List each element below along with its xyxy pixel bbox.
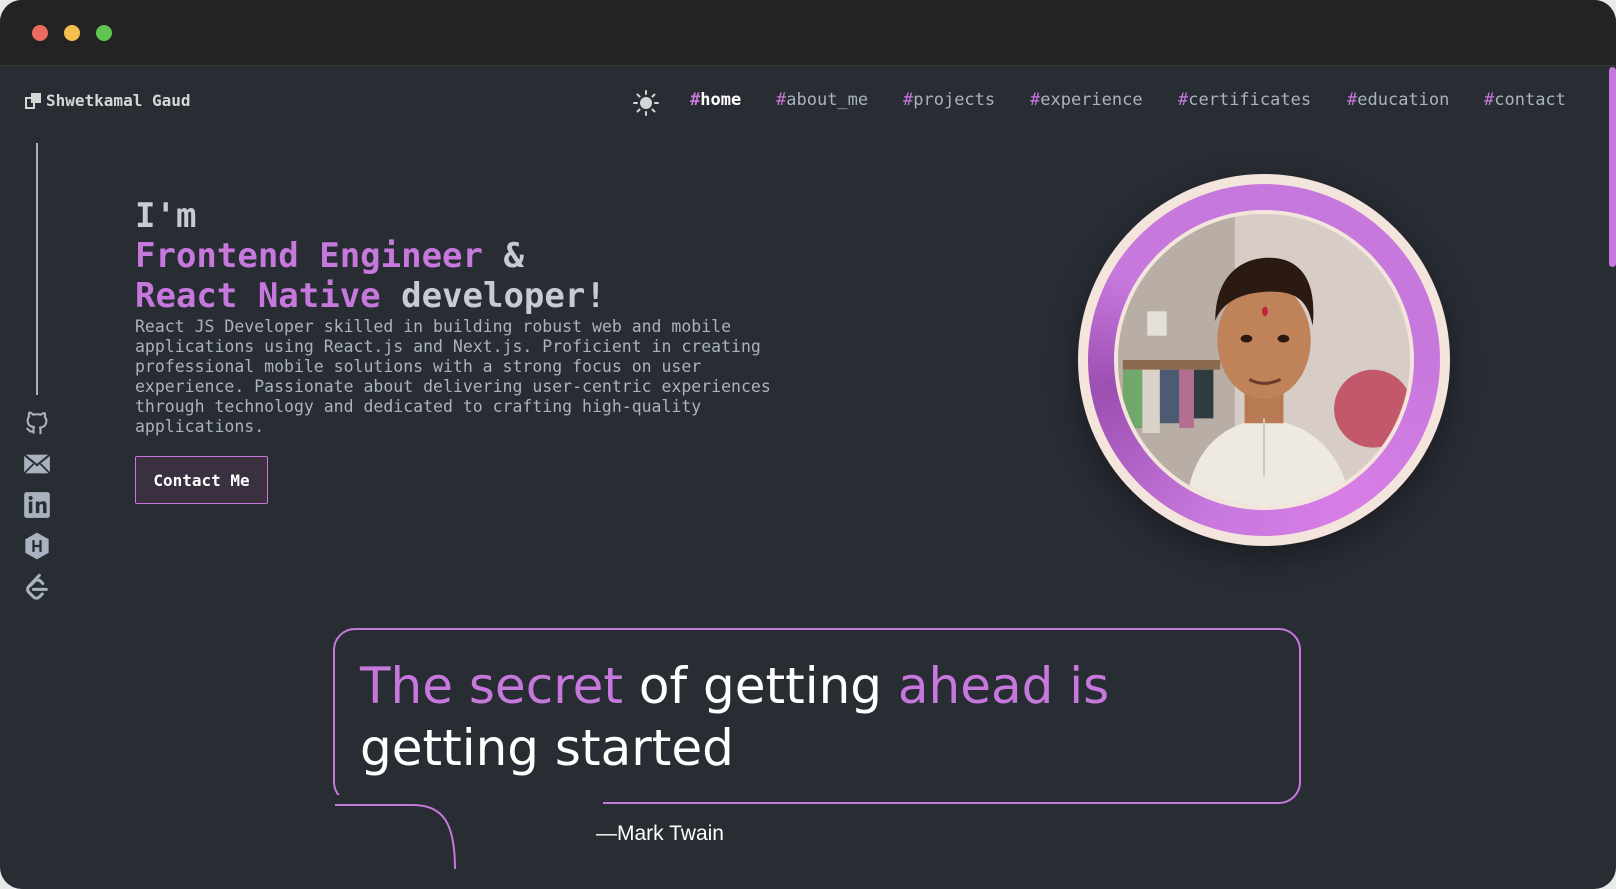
leetcode-icon — [26, 573, 48, 600]
hero-line-3-rest: developer! — [380, 276, 606, 316]
quote-part-2: of getting — [623, 657, 898, 715]
hero-heading: I'm Frontend Engineer & React Native dev… — [135, 196, 606, 316]
minimize-window-button[interactable] — [64, 25, 80, 41]
sun-icon[interactable] — [633, 90, 659, 116]
github-link[interactable] — [23, 409, 51, 437]
nav-hash: # — [1030, 90, 1041, 110]
nav-projects[interactable]: #projects — [903, 90, 995, 110]
nav-experience[interactable]: #experience — [1030, 90, 1143, 110]
hero-line-2: Frontend Engineer & — [135, 236, 606, 276]
browser-window: Shwetkamal Gaud #home #about_me #project… — [0, 0, 1616, 889]
portrait-illustration — [1118, 214, 1410, 506]
nav-label: projects — [913, 90, 996, 110]
contact-me-button[interactable]: Contact Me — [135, 456, 268, 504]
hero-line-1: I'm — [135, 196, 197, 236]
quote-tail — [335, 804, 456, 869]
nav-hash: # — [1484, 90, 1495, 110]
nav-hash: # — [903, 90, 914, 110]
scrollbar-thumb[interactable] — [1609, 67, 1616, 267]
hero-line-2-rest: & — [483, 236, 524, 276]
hero-role-2: React Native — [135, 276, 381, 316]
linkedin-icon — [24, 492, 50, 518]
social-rail-line — [36, 143, 38, 395]
github-icon — [26, 411, 48, 435]
brand-name: Shwetkamal Gaud — [46, 91, 191, 110]
hero-line-3: React Native developer! — [135, 276, 606, 316]
mail-icon — [23, 453, 51, 474]
nav-hash: # — [776, 90, 787, 110]
title-bar — [0, 0, 1616, 66]
nav-certificates[interactable]: #certificates — [1178, 90, 1311, 110]
nav-hash: # — [1347, 90, 1358, 110]
nav-label: contact — [1494, 90, 1566, 110]
quote-part-4: getting started — [360, 719, 734, 777]
nav-home[interactable]: #home — [690, 90, 741, 110]
hero-description: React JS Developer skilled in building r… — [135, 317, 771, 436]
close-window-button[interactable] — [32, 25, 48, 41]
logo-icon — [25, 92, 41, 109]
nav-hash: # — [1178, 90, 1189, 110]
nav-education[interactable]: #education — [1347, 90, 1449, 110]
maximize-window-button[interactable] — [96, 25, 112, 41]
hashnode-link[interactable] — [23, 532, 51, 560]
nav-label: home — [700, 90, 742, 110]
nav-contact[interactable]: #contact — [1484, 90, 1566, 110]
profile-photo — [1114, 210, 1414, 510]
leetcode-link[interactable] — [23, 573, 51, 601]
email-link[interactable] — [23, 450, 51, 478]
quote-part-1: The secret — [360, 657, 624, 715]
brand-logo-link[interactable]: Shwetkamal Gaud — [25, 91, 191, 110]
nav-hash: # — [690, 90, 701, 110]
quote-author: —Mark Twain — [596, 822, 724, 845]
profile-avatar — [1078, 174, 1450, 546]
hero-role-1: Frontend Engineer — [135, 236, 483, 276]
quote-text: The secret of getting ahead is getting s… — [360, 655, 1290, 779]
nav-label: experience — [1040, 90, 1143, 110]
hashnode-icon — [25, 532, 49, 560]
nav-label: certificates — [1188, 90, 1312, 110]
linkedin-link[interactable] — [23, 491, 51, 519]
nav-about-me[interactable]: #about_me — [776, 90, 868, 110]
nav-label: about_me — [786, 90, 869, 110]
quote-part-3: ahead is — [897, 657, 1110, 715]
nav-label: education — [1357, 90, 1450, 110]
